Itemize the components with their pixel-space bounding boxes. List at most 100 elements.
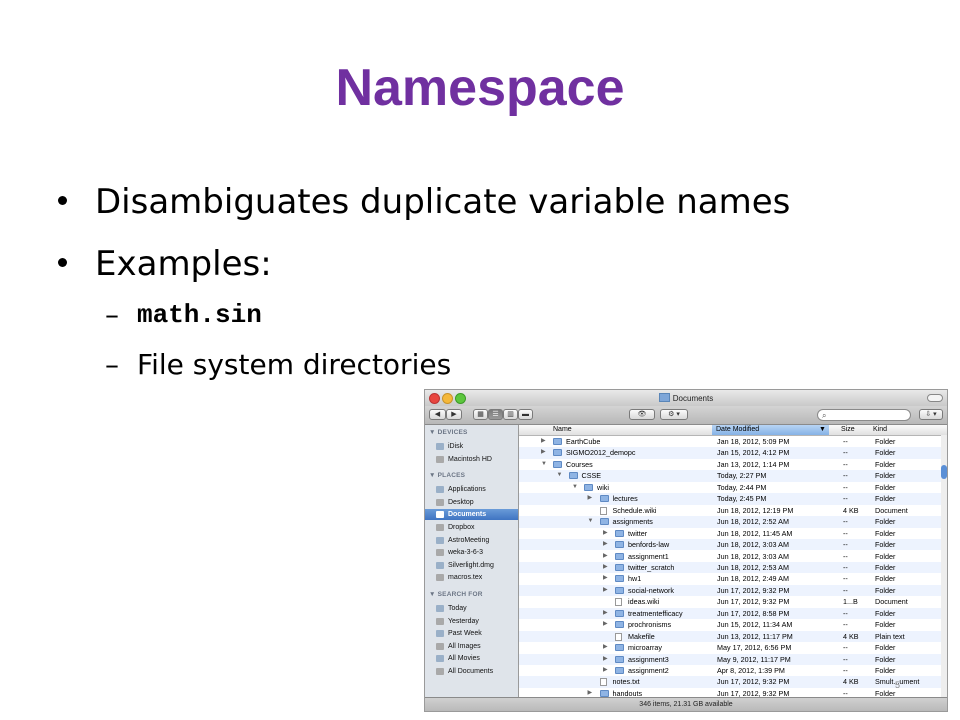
disclosure-expanded-icon[interactable]: ▼ xyxy=(572,482,578,493)
folder-icon xyxy=(615,575,624,583)
sidebar-item-astromeeting[interactable]: AstroMeeting xyxy=(425,535,518,546)
sidebar-item-applications[interactable]: Applications xyxy=(425,484,518,495)
sidebar-item-macros-tex[interactable]: macros.tex xyxy=(425,572,518,583)
cell-name: treatmentefficacy xyxy=(628,608,683,618)
file-row[interactable]: ▼ CSSE Today, 2:27 PM -- Folder xyxy=(519,470,941,482)
file-row[interactable]: ▶ assignment3 May 9, 2012, 11:17 PM -- Folde… xyxy=(519,653,941,665)
disclosure-collapsed-icon[interactable]: ▶ xyxy=(603,528,608,539)
cell-size: -- xyxy=(843,643,848,653)
sidebar-item-macintosh-hd[interactable]: Macintosh HD xyxy=(425,454,518,465)
disclosure-expanded-icon[interactable]: ▼ xyxy=(588,516,594,527)
cell-name: assignment3 xyxy=(628,654,669,664)
cell-date: Jun 17, 2012, 8:58 PM xyxy=(717,608,790,618)
disclosure-collapsed-icon[interactable]: ▶ xyxy=(603,608,608,619)
search-icon: ⌕ xyxy=(822,411,827,420)
sidebar-item-label: Documents xyxy=(448,511,487,519)
sidebar-item-documents[interactable]: Documents xyxy=(425,509,518,521)
sidebar-item-today[interactable]: Today xyxy=(425,603,518,614)
disclosure-collapsed-icon[interactable]: ▶ xyxy=(588,493,593,504)
icon-view-button[interactable]: ▦ xyxy=(473,409,488,420)
smart-folder-icon xyxy=(436,655,444,663)
file-row[interactable]: ▶ lectures Today, 2:45 PM -- Folder xyxy=(519,493,941,505)
disclosure-collapsed-icon[interactable]: ▶ xyxy=(603,539,608,550)
cell-size: -- xyxy=(843,471,848,481)
cell-kind: Folder xyxy=(875,643,896,653)
cell-size: -- xyxy=(843,654,848,664)
file-row[interactable]: ▼ Courses Jan 13, 2012, 1:14 PM -- Folder xyxy=(519,459,941,470)
file-row[interactable]: Makefile Jun 13, 2012, 11:17 PM 4 KB Plain … xyxy=(519,630,941,643)
coverflow-view-button[interactable]: ▬ xyxy=(518,409,533,420)
search-input[interactable]: ⌕ xyxy=(817,409,911,421)
list-view-button[interactable]: ☰ xyxy=(488,409,503,420)
disclosure-collapsed-icon[interactable]: ▶ xyxy=(603,642,608,653)
title-bar[interactable]: Documents xyxy=(425,390,947,406)
bullet-dot xyxy=(58,196,67,205)
file-row[interactable]: Schedule.wiki Jun 18, 2012, 12:19 PM 4 KB D… xyxy=(519,505,941,516)
disclosure-expanded-icon[interactable]: ▼ xyxy=(541,459,547,470)
file-row[interactable]: ▼ wiki Today, 2:44 PM -- Folder xyxy=(519,482,941,493)
sidebar-heading[interactable]: ▼ PLACES xyxy=(429,472,465,479)
cell-kind: Folder xyxy=(875,540,896,550)
disclosure-collapsed-icon[interactable]: ▶ xyxy=(541,447,546,458)
file-row[interactable]: ▶ prochronisms Jun 15, 2012, 11:34 AM -- Fol… xyxy=(519,619,941,630)
file-row[interactable]: ▶ treatmentefficacy Jun 17, 2012, 8:58 PM -… xyxy=(519,607,941,620)
sidebar-item-dropbox[interactable]: Dropbox xyxy=(425,522,518,533)
scrollbar-knob[interactable] xyxy=(941,465,947,479)
forward-button[interactable]: ▶ xyxy=(446,409,462,420)
toolbar-toggle-button[interactable] xyxy=(927,394,943,402)
quick-look-eye-icon[interactable]: 👁 xyxy=(629,409,655,420)
column-kind[interactable]: Kind xyxy=(873,425,887,435)
disclosure-expanded-icon[interactable]: ▼ xyxy=(557,470,563,481)
file-row[interactable]: ▶ assignment2 Apr 8, 2012, 1:39 PM -- Folder xyxy=(519,665,941,676)
sidebar-item-silverlight-dmg[interactable]: Silverlight.dmg xyxy=(425,560,518,571)
sidebar-item-weka-3-6-3[interactable]: weka-3-6-3 xyxy=(425,547,518,558)
vertical-scrollbar[interactable] xyxy=(941,435,947,697)
disclosure-collapsed-icon[interactable]: ▶ xyxy=(603,573,608,584)
sidebar-item-all-movies[interactable]: All Movies xyxy=(425,653,518,664)
sidebar-item-desktop[interactable]: Desktop xyxy=(425,497,518,508)
file-row[interactable]: ▶ assignment1 Jun 18, 2012, 3:03 AM -- Folde… xyxy=(519,551,941,562)
folder-icon xyxy=(615,541,624,549)
file-row[interactable]: ▶ microarray May 17, 2012, 6:56 PM -- Folder xyxy=(519,642,941,653)
file-row[interactable]: ▶ EarthCube Jan 18, 2012, 5:09 PM -- Folder xyxy=(519,436,941,447)
back-button[interactable]: ◀ xyxy=(429,409,446,420)
file-row[interactable]: ▶ twitter_scratch Jun 18, 2012, 2:53 AM -- F… xyxy=(519,561,941,574)
file-row[interactable]: ▶ social-network Jun 17, 2012, 9:32 PM -- Fo… xyxy=(519,584,941,597)
file-row[interactable]: ideas.wiki Jun 17, 2012, 9:32 PM 1...B Docu… xyxy=(519,596,941,607)
disclosure-collapsed-icon[interactable]: ▶ xyxy=(603,654,608,665)
disclosure-collapsed-icon[interactable]: ▶ xyxy=(603,551,608,562)
column-view-button[interactable]: ▥ xyxy=(503,409,518,420)
sidebar-item-yesterday[interactable]: Yesterday xyxy=(425,616,518,627)
cell-date: Jan 13, 2012, 1:14 PM xyxy=(717,459,790,469)
dropbox-menu-button[interactable]: ⇩ ▾ xyxy=(919,409,943,420)
column-date-modified[interactable]: Date Modified ▼ xyxy=(712,425,829,435)
sidebar-item-all-documents[interactable]: All Documents xyxy=(425,666,518,677)
disclosure-collapsed-icon[interactable]: ▶ xyxy=(603,562,608,573)
disclosure-collapsed-icon[interactable]: ▶ xyxy=(603,585,608,596)
file-row[interactable]: ▶ benfords-law Jun 18, 2012, 3:03 AM -- Fold… xyxy=(519,539,941,551)
sidebar-item-idisk[interactable]: iDisk xyxy=(425,441,518,452)
disclosure-collapsed-icon[interactable]: ▶ xyxy=(603,665,608,676)
file-row[interactable]: ▶ hw1 Jun 18, 2012, 2:49 AM -- Folder xyxy=(519,573,941,584)
cell-size: -- xyxy=(843,666,848,675)
tool-icon xyxy=(436,549,444,557)
status-text: 346 items, 21.31 GB available xyxy=(639,701,733,708)
file-row[interactable]: notes.txt Jun 17, 2012, 9:32 PM 4 KB Smult.… xyxy=(519,676,941,688)
cell-date: Jun 18, 2012, 2:52 AM xyxy=(717,517,789,527)
file-row[interactable]: ▶ twitter Jun 18, 2012, 11:45 AM -- Folder xyxy=(519,528,941,539)
disclosure-collapsed-icon[interactable]: ▶ xyxy=(541,436,546,447)
column-name[interactable]: Name xyxy=(553,425,572,435)
clock-icon xyxy=(436,630,444,638)
action-gear-icon[interactable]: ⚙ ▾ xyxy=(660,409,688,420)
file-row[interactable]: ▶ SIGMO2012_demopc Jan 15, 2012, 4:12 PM --… xyxy=(519,447,941,459)
column-size[interactable]: Size xyxy=(841,425,855,435)
cell-kind: Folder xyxy=(875,620,896,630)
sidebar-item-all-images[interactable]: All Images xyxy=(425,641,518,652)
sidebar-heading[interactable]: ▼ SEARCH FOR xyxy=(429,591,483,598)
cell-kind: Folder xyxy=(875,482,896,492)
sidebar-item-past-week[interactable]: Past Week xyxy=(425,628,518,639)
disclosure-collapsed-icon[interactable]: ▶ xyxy=(603,619,608,630)
cell-size: 4 KB xyxy=(843,505,859,515)
file-row[interactable]: ▼ assignments Jun 18, 2012, 2:52 AM -- Folde… xyxy=(519,516,941,528)
sidebar-heading[interactable]: ▼ DEVICES xyxy=(429,429,468,436)
